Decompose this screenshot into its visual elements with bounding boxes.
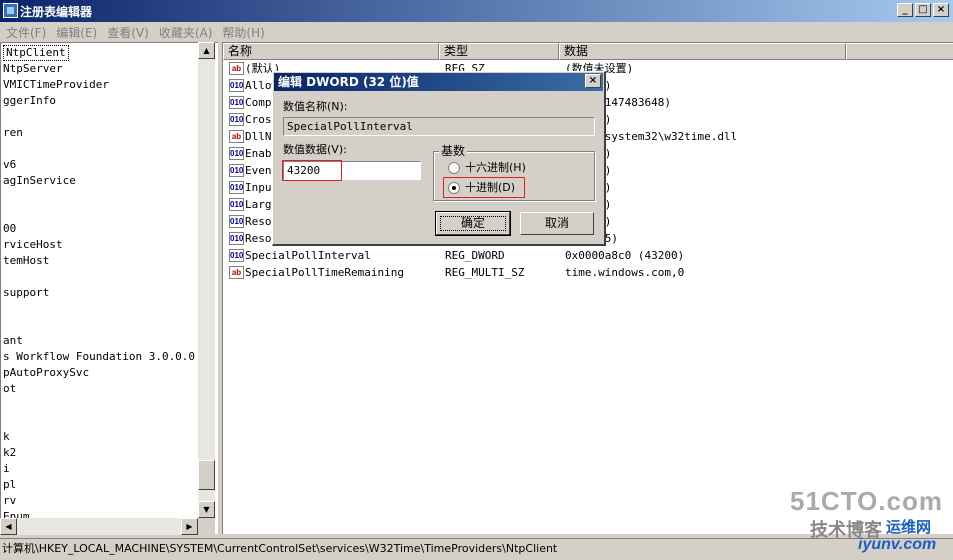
tree-item[interactable]: ot xyxy=(3,381,16,397)
tree-item[interactable]: VMICTimeProvider xyxy=(3,77,109,93)
watermark-site: 51CTO.com xyxy=(790,486,944,516)
tree-item[interactable]: temHost xyxy=(3,253,49,269)
scroll-up-arrow-icon[interactable]: ▲ xyxy=(198,42,215,59)
menu-view[interactable]: 查看(V) xyxy=(105,24,157,41)
tree-item[interactable]: NtpClient xyxy=(3,45,69,61)
scroll-corner xyxy=(198,518,215,535)
tree-item[interactable]: pAutoProxySvc xyxy=(3,365,89,381)
ok-button[interactable]: 确定 xyxy=(435,211,511,236)
tree-item[interactable]: ant xyxy=(3,333,23,349)
scroll-down-arrow-icon[interactable]: ▼ xyxy=(198,501,215,518)
binary-value-icon: 010 xyxy=(229,113,244,126)
table-row[interactable]: ab SpecialPollTimeRemaining REG_MULTI_SZ ti… xyxy=(223,264,953,281)
list-header: 名称 类型 数据 xyxy=(223,43,953,60)
tree-item[interactable]: pl xyxy=(3,477,16,493)
highlight-box-decimal xyxy=(443,177,525,198)
tree-item[interactable]: agInService xyxy=(3,173,76,189)
column-type[interactable]: 类型 xyxy=(439,43,559,60)
binary-value-icon: 010 xyxy=(229,198,244,211)
menu-bar: 文件(F) 编辑(E) 查看(V) 收藏夹(A) 帮助(H) xyxy=(0,22,953,42)
string-value-icon: ab xyxy=(229,62,244,75)
string-value-icon: ab xyxy=(229,266,244,279)
table-row[interactable]: 010 SpecialPollInterval REG_DWORD 0x0000a8c… xyxy=(223,247,953,264)
value-name-label: 数值名称(N): xyxy=(283,100,348,113)
close-button[interactable]: × xyxy=(933,3,949,17)
base-label: 基数 xyxy=(439,144,468,158)
column-spacer xyxy=(846,43,953,60)
scroll-right-arrow-icon[interactable]: ▶ xyxy=(181,518,198,535)
binary-value-icon: 010 xyxy=(229,215,244,228)
column-name[interactable]: 名称 xyxy=(223,43,439,60)
value-data: time.windows.com,0 xyxy=(565,266,685,279)
hex-radio[interactable] xyxy=(448,162,460,174)
watermark-yunv: 运维网 xyxy=(886,519,932,536)
key-tree[interactable]: NtpClient NtpServer VMICTimeProvider ggerIn… xyxy=(0,42,218,534)
tree-item[interactable]: v6 xyxy=(3,157,16,173)
tree-item[interactable]: support xyxy=(3,285,49,301)
regedit-icon xyxy=(3,3,18,18)
ok-label: 确定 xyxy=(460,216,485,230)
maximize-button[interactable]: □ xyxy=(915,3,931,17)
value-data: 0x0000a8c0 (43200) xyxy=(565,249,685,262)
column-data[interactable]: 数据 xyxy=(559,43,846,60)
window-controls: _ □ × xyxy=(897,3,949,17)
tree-item[interactable]: NtpServer xyxy=(3,61,63,77)
window-title: 注册表编辑器 xyxy=(20,4,93,19)
value-data-label: 数值数据(V): xyxy=(283,143,347,156)
tree-item[interactable]: rviceHost xyxy=(3,237,63,253)
cancel-button[interactable]: 取消 xyxy=(520,212,594,235)
tree-item[interactable]: k xyxy=(3,429,10,445)
menu-help[interactable]: 帮助(H) xyxy=(220,24,272,41)
tree-vertical-scrollbar[interactable]: ▲ ▼ xyxy=(198,42,215,518)
highlight-box-data xyxy=(282,160,342,181)
value-name: SpecialPollTimeRemaining xyxy=(245,266,404,279)
dialog-close-button[interactable]: × xyxy=(585,74,601,88)
tree-item[interactable]: s Workflow Foundation 3.0.0.0 xyxy=(3,349,195,365)
binary-value-icon: 010 xyxy=(229,181,244,194)
value-name-field: SpecialPollInterval xyxy=(283,117,595,136)
tree-item[interactable]: 00 xyxy=(3,221,16,237)
minimize-button[interactable]: _ xyxy=(897,3,913,17)
tree-item[interactable]: i xyxy=(3,461,10,477)
hex-label[interactable]: 十六进制(H) xyxy=(465,161,526,175)
tree-item[interactable]: ren xyxy=(3,125,23,141)
binary-value-icon: 010 xyxy=(229,249,244,262)
menu-file[interactable]: 文件(F) xyxy=(4,24,54,41)
tree-item[interactable]: ggerInfo xyxy=(3,93,56,109)
binary-value-icon: 010 xyxy=(229,79,244,92)
value-name: SpecialPollInterval xyxy=(245,249,371,262)
tree-item[interactable]: k2 xyxy=(3,445,16,461)
tree-horizontal-scrollbar[interactable]: ◀ ▶ xyxy=(0,518,198,535)
value-type: REG_DWORD xyxy=(445,249,505,262)
scroll-thumb[interactable] xyxy=(198,460,215,490)
tree-item[interactable]: rv xyxy=(3,493,16,509)
dialog-title: 编辑 DWORD (32 位)值 xyxy=(274,73,603,91)
string-value-icon: ab xyxy=(229,130,244,143)
value-type: REG_MULTI_SZ xyxy=(445,266,525,279)
watermark-domain: iyunv.com xyxy=(858,536,937,553)
binary-value-icon: 010 xyxy=(229,232,244,245)
title-bar: 注册表编辑器 _ □ × xyxy=(0,0,953,22)
binary-value-icon: 010 xyxy=(229,147,244,160)
binary-value-icon: 010 xyxy=(229,164,244,177)
scroll-left-arrow-icon[interactable]: ◀ xyxy=(0,518,17,535)
binary-value-icon: 010 xyxy=(229,96,244,109)
menu-edit[interactable]: 编辑(E) xyxy=(54,24,105,41)
edit-dword-dialog: 编辑 DWORD (32 位)值 × 数值名称(N): SpecialPollI… xyxy=(272,71,606,246)
menu-favorites[interactable]: 收藏夹(A) xyxy=(157,24,221,41)
